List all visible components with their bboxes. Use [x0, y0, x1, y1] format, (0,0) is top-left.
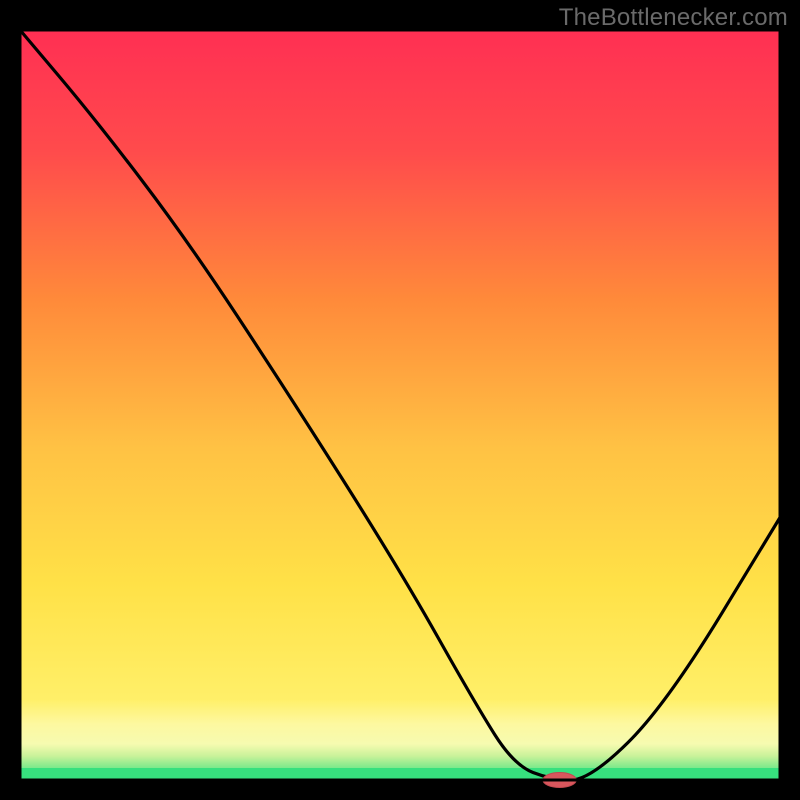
watermark-text: TheBottleneсker.com	[559, 4, 788, 32]
bottleneck-chart	[0, 0, 800, 800]
chart-container: TheBottleneсker.com	[0, 0, 800, 800]
green-baseline-strip	[20, 768, 780, 780]
gradient-upper	[20, 30, 780, 705]
